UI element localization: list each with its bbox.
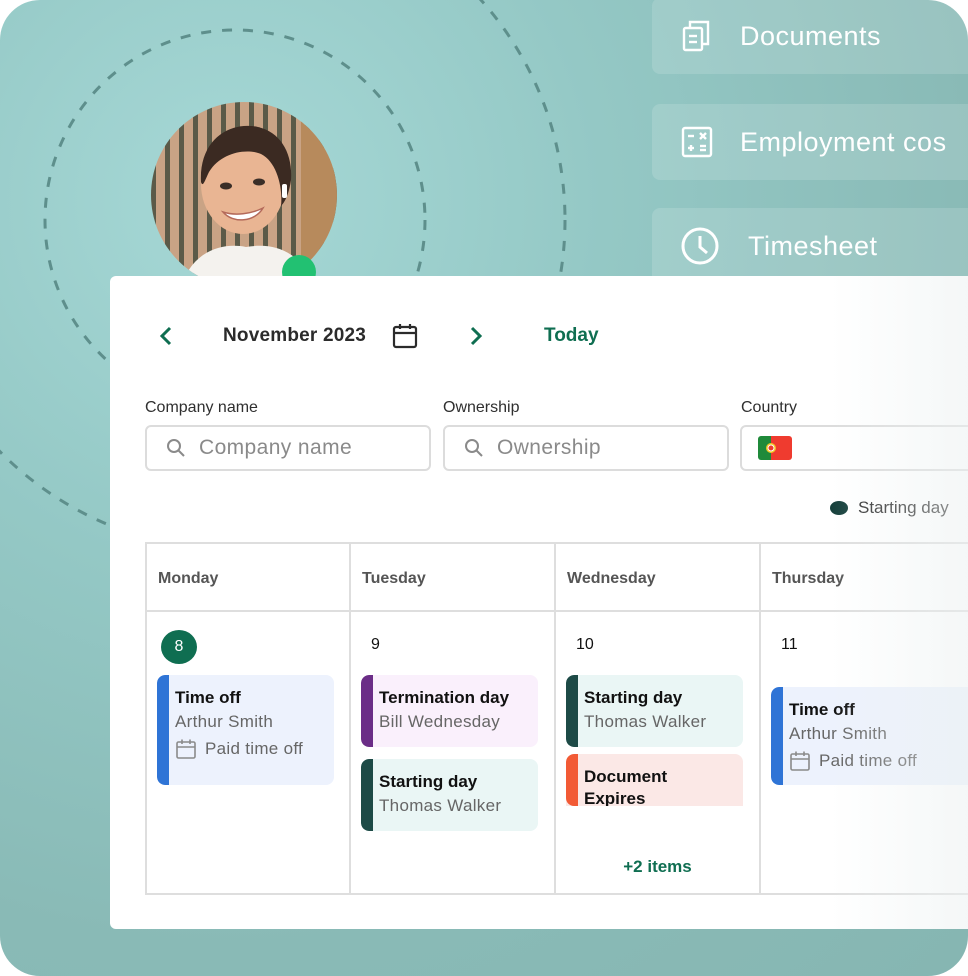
day-header-thursday: Thursday: [759, 542, 968, 612]
country-select[interactable]: [740, 425, 968, 471]
event-person: Arthur Smith: [175, 712, 274, 731]
legend-swatch: [830, 501, 848, 515]
event-termination-day[interactable]: Termination day Bill Wednesday: [361, 675, 538, 747]
calendar-icon: [789, 750, 811, 772]
day-header-monday: Monday: [145, 542, 351, 612]
menu-item-documents[interactable]: Documents: [652, 0, 968, 74]
event-time-off[interactable]: Time off Arthur Smith Paid time off: [157, 675, 334, 785]
menu-item-label: Employment cos: [740, 126, 947, 157]
day-header-wednesday: Wednesday: [554, 542, 761, 612]
previous-month-button[interactable]: [155, 324, 179, 348]
menu-item-label: Documents: [740, 20, 882, 51]
day-cell-thursday[interactable]: 11 Time off Arthur Smith Paid time off: [759, 610, 968, 895]
event-title: Document Expires: [584, 767, 668, 806]
event-title: Starting day: [379, 772, 478, 791]
event-person: Thomas Walker: [379, 796, 502, 815]
event-starting-day[interactable]: Starting day Thomas Walker: [566, 675, 743, 747]
event-title: Time off: [789, 700, 855, 719]
day-header-tuesday: Tuesday: [349, 542, 556, 612]
documents-icon: [680, 19, 714, 53]
event-meta: Paid time off: [819, 751, 918, 770]
menu-item-timesheet[interactable]: Timesheet: [652, 208, 968, 284]
calculator-icon: [680, 125, 714, 159]
calendar-navigation: November 2023 Today: [0, 318, 968, 354]
calendar-icon: [175, 738, 197, 760]
day-number-today: 8: [161, 630, 197, 664]
clock-icon: [680, 226, 720, 266]
portugal-flag-icon: [758, 436, 792, 460]
day-cell-monday[interactable]: 8 Time off Arthur Smith Paid time off: [145, 610, 351, 895]
menu-item-label: Timesheet: [748, 230, 878, 261]
current-month-label: November 2023: [223, 325, 367, 346]
event-starting-day[interactable]: Starting day Thomas Walker: [361, 759, 538, 831]
company-name-input[interactable]: Company name: [145, 425, 431, 471]
event-title: Time off: [175, 688, 241, 707]
next-month-button[interactable]: [463, 324, 487, 348]
ownership-placeholder: Ownership: [497, 436, 601, 459]
day-number: 9: [371, 636, 380, 653]
company-name-placeholder: Company name: [199, 436, 353, 459]
day-cell-wednesday[interactable]: 10 Starting day Thomas Walker Document E…: [554, 610, 761, 895]
calendar-picker-button[interactable]: [391, 322, 419, 350]
event-person: Thomas Walker: [584, 712, 707, 731]
event-title: Termination day: [379, 688, 510, 707]
day-cell-tuesday[interactable]: 9 Termination day Bill Wednesday Startin…: [349, 610, 556, 895]
event-person: Arthur Smith: [789, 724, 888, 743]
day-number: 11: [781, 636, 798, 653]
day-number: 10: [576, 636, 594, 653]
event-title: Starting day: [584, 688, 683, 707]
ownership-label: Ownership: [443, 399, 520, 416]
chevron-left-icon: [159, 326, 172, 346]
country-label: Country: [741, 399, 798, 416]
legend: Starting day: [830, 498, 949, 518]
calendar-icon: [392, 324, 418, 349]
today-button[interactable]: Today: [544, 325, 599, 347]
more-items-link[interactable]: +2 items: [556, 857, 759, 877]
event-document-expires[interactable]: Document Expires: [566, 754, 743, 806]
event-time-off[interactable]: Time off Arthur Smith Paid time off: [771, 687, 968, 785]
search-icon: [165, 437, 187, 459]
company-name-label: Company name: [145, 399, 258, 416]
ownership-input[interactable]: Ownership: [443, 425, 729, 471]
legend-label: Starting day: [858, 498, 949, 517]
event-person: Bill Wednesday: [379, 712, 501, 731]
menu-item-employment-costs[interactable]: Employment cos: [652, 104, 968, 180]
event-meta: Paid time off: [205, 739, 304, 758]
chevron-right-icon: [470, 326, 483, 346]
search-icon: [463, 437, 485, 459]
